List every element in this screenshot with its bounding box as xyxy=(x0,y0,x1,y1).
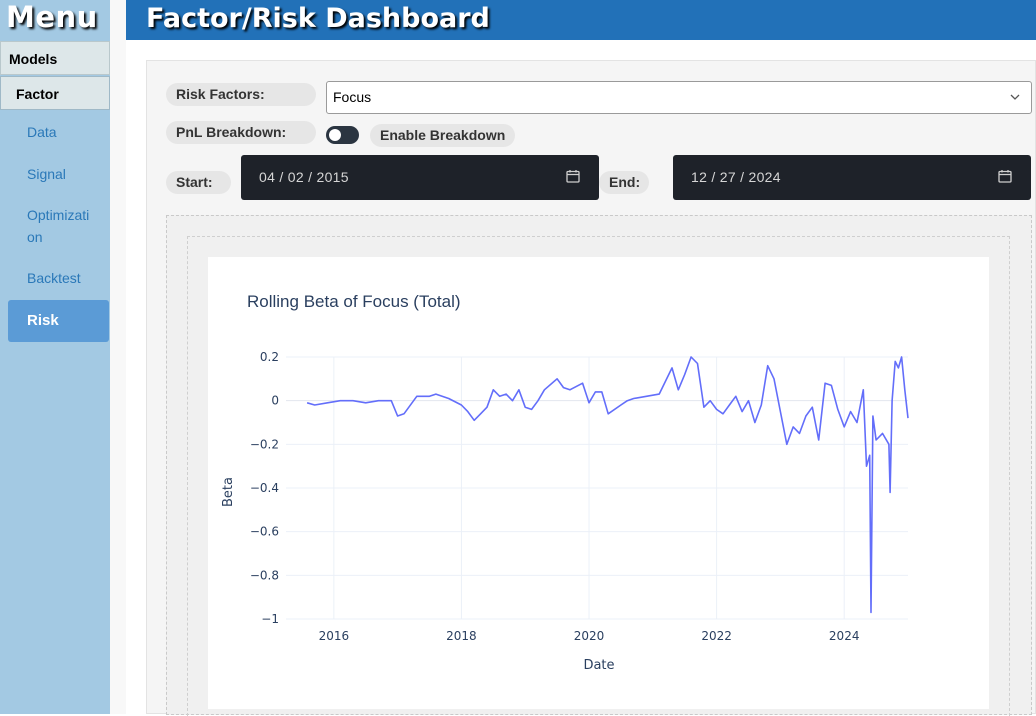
chart-title: Rolling Beta of Focus (Total) xyxy=(247,292,461,311)
chart-card: Rolling Beta of Focus (Total) Date Beta … xyxy=(208,257,989,709)
calendar-icon[interactable] xyxy=(998,169,1012,183)
risk-factor-select[interactable]: Focus xyxy=(326,81,1032,114)
end-label: End: xyxy=(599,171,649,194)
sidebar-item-optimization[interactable]: Optimization xyxy=(27,204,97,248)
start-label: Start: xyxy=(166,171,231,194)
x-tick-label: 2016 xyxy=(319,629,350,643)
y-tick-label: −1 xyxy=(261,612,279,626)
main-content: Risk Factors: Focus PnL Breakdown: Enabl… xyxy=(126,40,1036,716)
y-axis-label: Beta xyxy=(221,477,236,507)
sidebar-section-models[interactable]: Models xyxy=(0,41,110,75)
x-tick-label: 2018 xyxy=(446,629,477,643)
y-tick-label: 0 xyxy=(271,394,279,408)
y-tick-label: −0.8 xyxy=(250,568,279,582)
sidebar-group-factor[interactable]: Factor xyxy=(0,76,110,110)
chart-container-inner: Rolling Beta of Focus (Total) Date Beta … xyxy=(187,236,1010,716)
tick-labels: 2016 2018 2020 2022 2024 0.2 0 −0.2 −0.4 −0.6 −0.8… xyxy=(250,350,860,643)
menu-title: Menu xyxy=(6,0,98,34)
start-date-value: 04 / 02 / 2015 xyxy=(259,169,349,185)
rolling-beta-chart[interactable]: Rolling Beta of Focus (Total) Date Beta … xyxy=(208,257,989,709)
sidebar-item-backtest[interactable]: Backtest xyxy=(27,267,81,289)
sidebar: Menu Models Factor Data Signal Optimizat… xyxy=(0,0,110,714)
sidebar-item-data[interactable]: Data xyxy=(27,121,57,143)
page-header: Factor/Risk Dashboard xyxy=(126,0,1036,40)
x-axis-label: Date xyxy=(583,658,614,673)
risk-factor-value: Focus xyxy=(333,89,372,105)
sidebar-item-risk[interactable]: Risk xyxy=(8,300,109,342)
sidebar-gutter xyxy=(110,0,126,714)
series-lines xyxy=(306,356,909,614)
y-tick-label: −0.2 xyxy=(250,437,279,451)
enable-breakdown-label[interactable]: Enable Breakdown xyxy=(370,124,516,147)
controls-panel: Risk Factors: Focus PnL Breakdown: Enabl… xyxy=(146,60,1036,716)
pnl-breakdown-label: PnL Breakdown: xyxy=(166,121,316,144)
x-tick-label: 2020 xyxy=(574,629,605,643)
page-title: Factor/Risk Dashboard xyxy=(146,3,490,34)
calendar-icon[interactable] xyxy=(566,169,580,183)
x-tick-label: 2024 xyxy=(829,629,860,643)
risk-factors-label: Risk Factors: xyxy=(166,83,316,106)
end-date-input[interactable]: 12 / 27 / 2024 xyxy=(673,155,1031,200)
chevron-down-icon xyxy=(1010,94,1020,100)
toggle-knob xyxy=(329,129,341,141)
y-tick-label: −0.4 xyxy=(250,481,279,495)
start-date-input[interactable]: 04 / 02 / 2015 xyxy=(241,155,599,200)
end-date-value: 12 / 27 / 2024 xyxy=(691,169,781,185)
enable-breakdown-toggle[interactable] xyxy=(326,126,359,144)
grid-lines xyxy=(286,356,908,620)
y-tick-label: 0.2 xyxy=(260,350,279,364)
beta-series-line[interactable] xyxy=(306,356,909,614)
sidebar-item-signal[interactable]: Signal xyxy=(27,163,66,185)
chart-container-outer: Rolling Beta of Focus (Total) Date Beta … xyxy=(166,215,1032,716)
y-tick-label: −0.6 xyxy=(250,525,279,539)
x-tick-label: 2022 xyxy=(701,629,732,643)
